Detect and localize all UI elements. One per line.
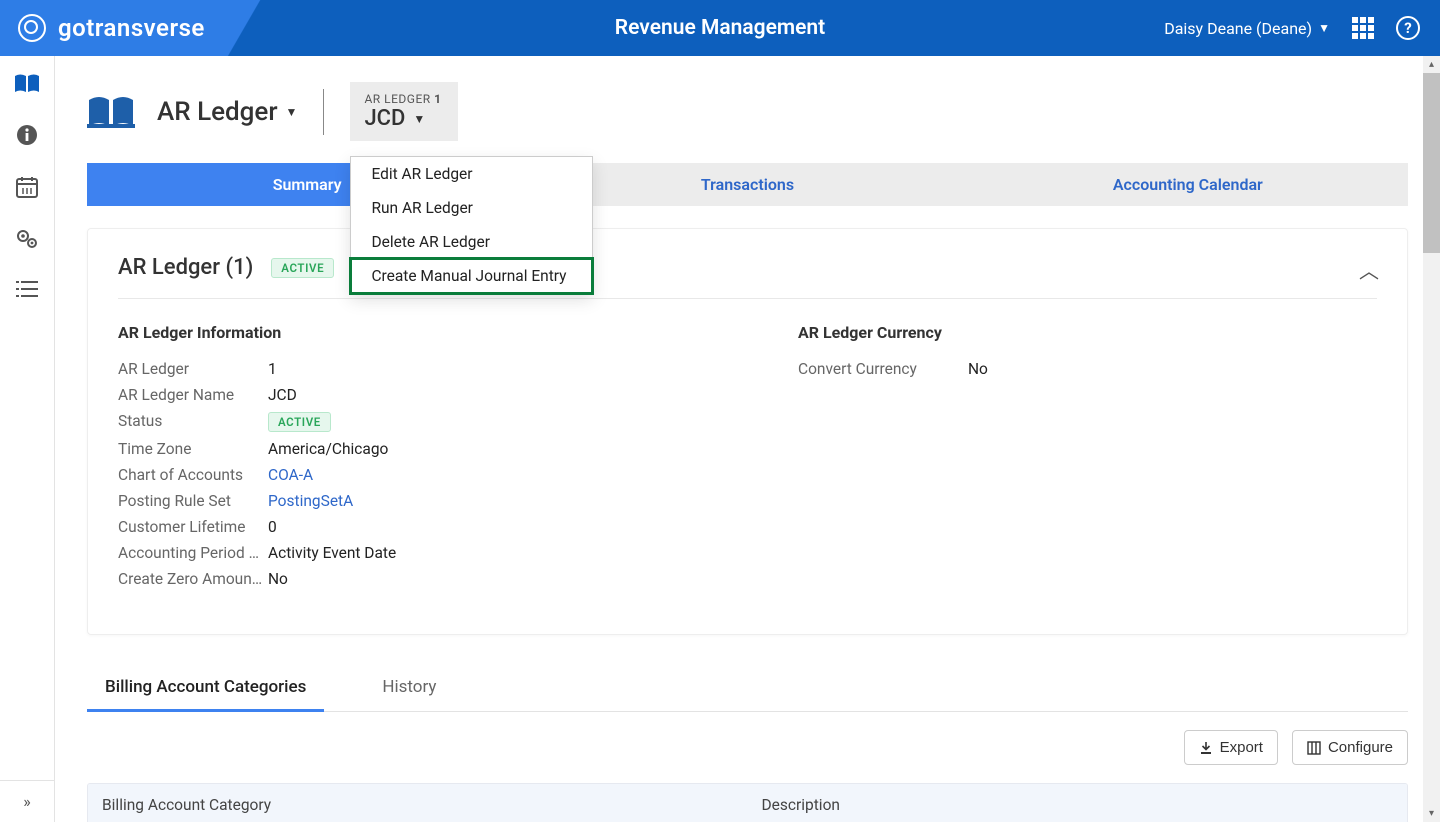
th-description[interactable]: Description — [748, 784, 1408, 822]
download-icon — [1199, 741, 1213, 755]
menu-create-manual-journal-entry[interactable]: Create Manual Journal Entry — [351, 259, 592, 293]
brand-text: gotransverse — [58, 14, 205, 42]
sidenav-ledger-icon[interactable] — [14, 74, 40, 94]
caret-down-icon: ▼ — [413, 112, 425, 126]
tab-accounting-calendar[interactable]: Accounting Calendar — [968, 163, 1408, 206]
subtab-history[interactable]: History — [364, 665, 454, 711]
brand-logo-icon — [18, 14, 46, 42]
menu-run-ar-ledger[interactable]: Run AR Ledger — [351, 191, 592, 225]
menu-delete-ar-ledger[interactable]: Delete AR Ledger — [351, 225, 592, 259]
table-header: Billing Account Category Description — [88, 784, 1407, 822]
ledger-selector[interactable]: AR LEDGER 1 JCD ▼ Edit AR Ledger Run AR … — [350, 82, 457, 141]
crumb-value: JCD ▼ — [364, 106, 441, 131]
sidenav-list-icon[interactable] — [16, 280, 38, 298]
billing-categories-table: Billing Account Category Description All… — [87, 783, 1408, 822]
status-badge: ACTIVE — [271, 258, 334, 278]
page-header: AR Ledger ▼ AR LEDGER 1 JCD ▼ Edit AR Le… — [87, 82, 1408, 141]
brand: gotransverse — [0, 14, 205, 42]
summary-card: AR Ledger (1) ACTIVE ︿ AR Ledger Informa… — [87, 228, 1408, 635]
menu-edit-ar-ledger[interactable]: Edit AR Ledger — [351, 157, 592, 191]
subtab-billing-account-categories[interactable]: Billing Account Categories — [87, 665, 324, 712]
sidenav-settings-icon[interactable] — [15, 228, 39, 250]
apps-grid-icon[interactable] — [1352, 17, 1374, 39]
scrollbar-thumb[interactable] — [1423, 73, 1440, 253]
crumb-label: AR LEDGER 1 — [364, 92, 441, 106]
main-tabs: Summary Transactions Accounting Calendar — [87, 163, 1408, 206]
chart-of-accounts-link[interactable]: COA-A — [268, 466, 313, 484]
subtabs: Billing Account Categories History — [87, 665, 1408, 712]
export-button[interactable]: Export — [1184, 730, 1278, 765]
app-title: Revenue Management — [615, 16, 825, 40]
user-display-name: Daisy Deane (Deane) — [1164, 19, 1312, 38]
ledger-type-label: AR Ledger — [157, 97, 278, 127]
ledger-book-icon — [87, 94, 135, 130]
sidenav-calendar-icon[interactable] — [16, 176, 38, 198]
topbar: gotransverse Revenue Management Daisy De… — [0, 0, 1440, 56]
sidenav-info-icon[interactable] — [16, 124, 38, 146]
main-content: AR Ledger ▼ AR LEDGER 1 JCD ▼ Edit AR Le… — [55, 56, 1440, 822]
configure-button[interactable]: Configure — [1292, 730, 1408, 765]
status-badge: ACTIVE — [268, 412, 331, 432]
ledger-type-dropdown[interactable]: AR Ledger ▼ — [157, 97, 297, 127]
sidenav-expand-button[interactable]: » — [0, 780, 54, 822]
th-billing-category[interactable]: Billing Account Category — [88, 784, 748, 822]
info-heading: AR Ledger Information — [118, 323, 678, 342]
sidenav: » — [0, 56, 55, 822]
currency-heading: AR Ledger Currency — [798, 323, 988, 342]
collapse-card-icon[interactable]: ︿ — [1359, 255, 1379, 284]
ledger-actions-dropdown: Edit AR Ledger Run AR Ledger Delete AR L… — [350, 156, 593, 294]
columns-icon — [1307, 741, 1321, 755]
card-title: AR Ledger (1) — [118, 255, 253, 280]
divider — [323, 89, 324, 135]
caret-down-icon: ▼ — [286, 105, 298, 119]
scrollbar[interactable] — [1423, 56, 1440, 822]
user-menu[interactable]: Daisy Deane (Deane) ▼ — [1164, 19, 1330, 38]
posting-rule-set-link[interactable]: PostingSetA — [268, 492, 353, 510]
caret-down-icon: ▼ — [1318, 21, 1330, 35]
help-icon[interactable]: ? — [1396, 16, 1420, 40]
